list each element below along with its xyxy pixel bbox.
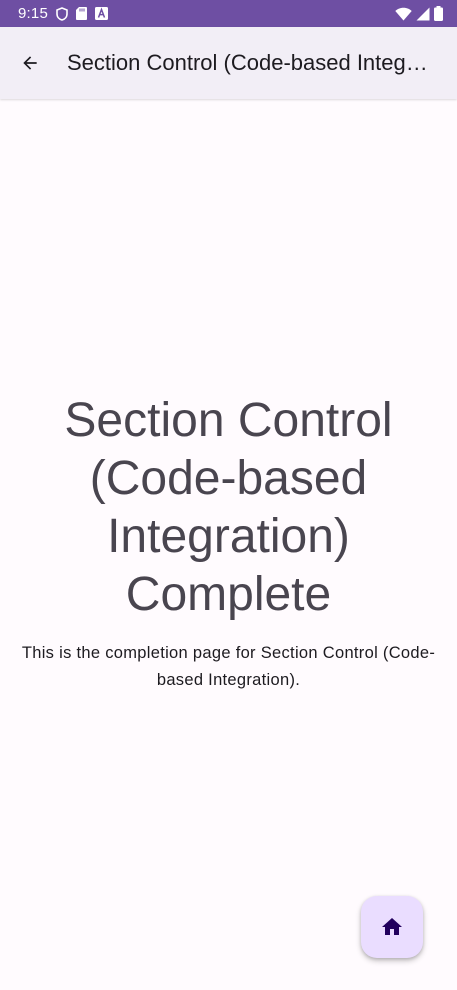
page-title: Section Control (Code-based Integration) [67, 50, 435, 75]
back-button[interactable] [10, 43, 50, 83]
status-bar: 9:15 [0, 0, 457, 27]
arrow-back-icon [20, 53, 40, 73]
status-notification-icons [56, 6, 108, 21]
completion-headline: Section Control (Code-based Integration)… [64, 393, 393, 621]
keyboard-a-icon [95, 7, 108, 20]
home-button[interactable] [361, 896, 423, 958]
main-content: Section Control (Code-based Integration)… [0, 99, 457, 990]
battery-icon [434, 6, 443, 21]
sd-card-icon [76, 7, 87, 20]
signal-icon [416, 7, 430, 21]
status-system-icons [395, 6, 443, 21]
wifi-icon [395, 7, 412, 21]
home-icon [380, 915, 404, 939]
completion-description: This is the completion page for Section … [21, 643, 436, 689]
shield-icon [56, 6, 68, 21]
status-time: 9:15 [18, 5, 48, 22]
top-app-bar: Section Control (Code-based Integration) [0, 27, 457, 99]
